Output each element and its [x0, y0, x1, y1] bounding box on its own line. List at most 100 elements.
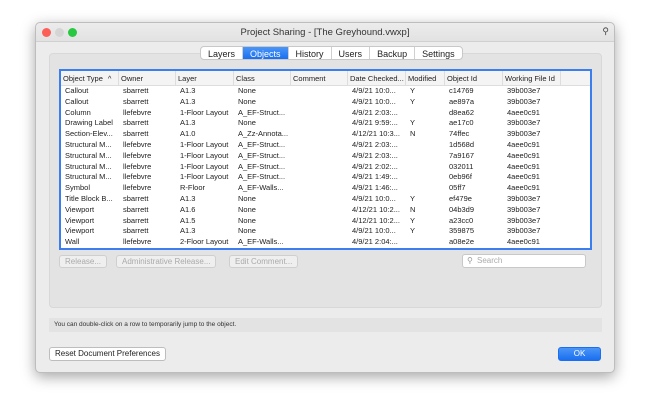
table-cell — [291, 129, 348, 140]
table-cell: 39b003e7 — [507, 204, 541, 214]
table-cell: Y — [410, 96, 416, 106]
pin-icon[interactable]: ⚲ — [602, 26, 609, 37]
tab-history[interactable]: History — [289, 47, 332, 59]
table-cell: Y — [410, 193, 416, 203]
release-button[interactable]: Release... — [59, 255, 108, 268]
column-header-owner[interactable]: Owner — [119, 71, 176, 85]
tab-users[interactable]: Users — [332, 47, 371, 59]
status-text: You can double-click on a row to tempora… — [49, 318, 602, 332]
table-row[interactable]: Structural M... llefebvre 1-Floor Layout A_… — [61, 151, 590, 162]
table-row[interactable]: Title Block B... sbarrett A1.3 None 4/9/21 1… — [61, 194, 590, 205]
column-header-object-id[interactable]: Object Id — [445, 71, 503, 85]
table-row[interactable]: Drawing Label sbarrett A1.3 None 4/9/21 9:59… — [61, 118, 590, 129]
table-cell: 39b003e7 — [507, 215, 541, 225]
window-title: Project Sharing - [The Greyhound.vwxp] — [240, 27, 410, 38]
column-header-label: Date Checked... — [350, 74, 404, 83]
table-cell: Viewport — [65, 204, 95, 214]
table-cell: 4/9/21 10:0... — [352, 96, 396, 106]
table-cell: 4/9/21 10:0... — [352, 193, 396, 203]
table-cell: ae897a — [449, 96, 475, 106]
table-cell: A1.3 — [180, 118, 196, 128]
table-cell: a08e2e — [449, 237, 475, 247]
table-cell: A1.6 — [180, 204, 196, 214]
table-cell: llefebvre — [123, 139, 152, 149]
table-cell: ef479e — [449, 193, 472, 203]
table-row[interactable]: Structural M... llefebvre 1-Floor Layout A_… — [61, 172, 590, 183]
table-cell: 39b003e7 — [507, 118, 541, 128]
table-cell: sbarrett — [123, 129, 149, 139]
table-cell: A1.0 — [180, 129, 196, 139]
table-cell: 4/9/21 10:0... — [352, 86, 396, 95]
table-cell — [291, 151, 348, 162]
column-header-class[interactable]: Class — [234, 71, 291, 85]
table-cell — [406, 108, 445, 119]
table-cell: 39b003e7 — [507, 96, 541, 106]
table-cell: 4/12/21 10:3... — [352, 129, 400, 139]
table-row[interactable]: Structural M... llefebvre 1-Floor Layout A_… — [61, 140, 590, 151]
sort-ascending-icon: ^ — [107, 74, 112, 83]
table-cell — [406, 140, 445, 151]
table-cell: Section-Elev... — [65, 129, 113, 139]
table-cell: llefebvre — [123, 150, 152, 160]
table-cell: 4/9/21 1:49:... — [352, 172, 398, 182]
table-cell: None — [238, 204, 256, 214]
column-header-label: Layer — [178, 74, 197, 83]
column-header-label: Modified — [408, 74, 437, 83]
table-cell: 1-Floor Layout — [180, 139, 229, 149]
table-row[interactable]: Section-Elev... sbarrett A1.0 A_Zz-Annota..… — [61, 129, 590, 140]
table-cell: 74ffec — [449, 129, 470, 139]
table-row[interactable]: Symbol llefebvre R-Floor A_EF-Walls... 4/9/2… — [61, 183, 590, 194]
table-cell: Structural M... — [65, 139, 112, 149]
column-header-modified[interactable]: Modified — [406, 71, 445, 85]
tab-backup[interactable]: Backup — [370, 47, 416, 59]
table-cell: sbarrett — [123, 86, 149, 95]
ok-button[interactable]: OK — [558, 347, 601, 361]
table-row[interactable]: Column llefebvre 1-Floor Layout A_EF-Struct… — [61, 108, 590, 119]
table-cell: 39b003e7 — [507, 193, 541, 203]
tab-layers[interactable]: Layers — [201, 47, 244, 59]
table-row[interactable]: Viewport sbarrett A1.6 None 4/12/21 10:2... N… — [61, 205, 590, 216]
column-header-working-file-id[interactable]: Working File Id — [503, 71, 561, 85]
table-cell: Wall — [65, 237, 80, 247]
table-cell: 4/9/21 9:59:... — [352, 118, 398, 128]
table-cell — [406, 172, 445, 183]
table-cell: 4/9/21 2:03:... — [352, 107, 398, 117]
search-placeholder: Search — [477, 256, 503, 265]
administrative-release-button[interactable]: Administrative Release... — [116, 255, 217, 268]
table-row[interactable]: Viewport sbarrett A1.3 None 4/9/21 10:0... Y 3… — [61, 226, 590, 237]
table-row[interactable]: Structural M... llefebvre 1-Floor Layout A_… — [61, 162, 590, 173]
table-cell: sbarrett — [123, 96, 149, 106]
objects-table[interactable]: Object Type ^ Owner Layer Class Comment Date C… — [59, 69, 592, 250]
table-cell: 4aee0c91 — [507, 107, 540, 117]
table-cell: Callout — [65, 96, 89, 106]
column-header-comment[interactable]: Comment — [291, 71, 348, 85]
tab-settings[interactable]: Settings — [415, 47, 462, 59]
column-header-date-checked[interactable]: Date Checked... — [348, 71, 406, 85]
table-cell — [291, 86, 348, 97]
table-cell: A_EF-Struct... — [238, 150, 286, 160]
column-header-label: Owner — [121, 74, 144, 83]
column-header-object-type[interactable]: Object Type ^ — [61, 71, 119, 85]
table-cell: A1.3 — [180, 86, 196, 95]
table-cell: None — [238, 226, 256, 236]
table-cell — [291, 118, 348, 129]
table-row[interactable]: Wall llefebvre 2-Floor Layout A_EF-Walls...… — [61, 237, 590, 248]
table-cell: llefebvre — [123, 172, 152, 182]
table-row[interactable]: Viewport sbarrett A1.5 None 4/12/21 10:2... Y… — [61, 216, 590, 227]
table-row[interactable]: Callout sbarrett A1.3 None 4/9/21 10:0... Yc1… — [61, 86, 590, 97]
table-cell: None — [238, 86, 256, 95]
table-cell: A_EF-Struct... — [238, 139, 286, 149]
table-body: Callout sbarrett A1.3 None 4/9/21 10:0... Yc1… — [61, 86, 590, 248]
table-cell: A1.3 — [180, 96, 196, 106]
table-cell: 4/12/21 10:2... — [352, 215, 400, 225]
table-row[interactable]: Callout sbarrett A1.3 None 4/9/21 10:0... Yae… — [61, 97, 590, 108]
search-input[interactable]: ⚲ Search — [462, 254, 586, 268]
table-header: Object Type ^ Owner Layer Class Comment Date C… — [61, 71, 590, 86]
table-cell — [291, 140, 348, 151]
tab-objects[interactable]: Objects — [243, 47, 289, 59]
reset-document-preferences-button[interactable]: Reset Document Preferences — [49, 347, 166, 361]
tab-bar: Layers Objects History Users Backup Sett… — [200, 46, 463, 60]
column-header-layer[interactable]: Layer — [176, 71, 234, 85]
table-cell: 1d568d — [449, 139, 475, 149]
edit-comment-button[interactable]: Edit Comment... — [229, 255, 299, 268]
